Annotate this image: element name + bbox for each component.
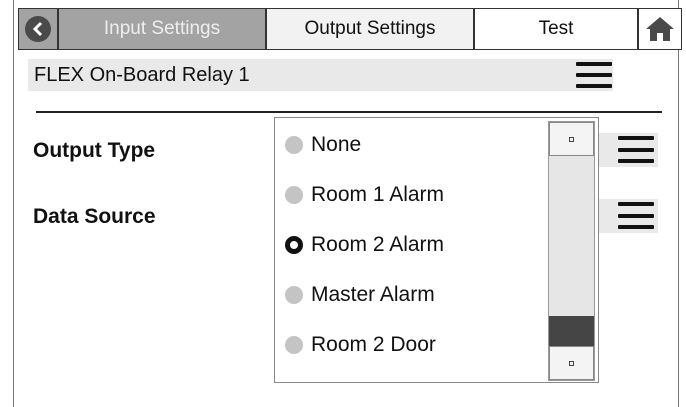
scroll-down-icon — [569, 360, 574, 366]
tab-test[interactable]: Test — [474, 8, 638, 50]
chevron-left-icon — [25, 16, 51, 42]
option-label: Room 2 Alarm — [311, 233, 445, 256]
back-button[interactable] — [18, 8, 58, 50]
home-button[interactable] — [638, 8, 682, 50]
radio-selected-icon — [285, 236, 303, 254]
tab-bar: Input Settings Output Settings Test — [18, 8, 682, 50]
option-master-alarm[interactable]: Master Alarm — [285, 277, 435, 313]
option-label: Master Alarm — [311, 283, 435, 306]
scrollbar[interactable] — [548, 121, 595, 381]
data-source-dropdown-list: None Room 1 Alarm Room 2 Alarm Master Al… — [274, 117, 599, 383]
scroll-up-button[interactable] — [549, 122, 594, 156]
scroll-down-button[interactable] — [549, 346, 594, 380]
option-room-2-alarm[interactable]: Room 2 Alarm — [285, 227, 444, 263]
radio-icon — [285, 186, 303, 204]
option-label: Room 2 Door — [311, 333, 436, 356]
data-source-menu-icon[interactable] — [618, 202, 654, 229]
relay-name-row: FLEX On-Board Relay 1 — [28, 59, 613, 91]
option-room-2-door[interactable]: Room 2 Door — [285, 327, 436, 363]
option-none[interactable]: None — [285, 127, 361, 163]
scroll-up-icon — [569, 136, 574, 142]
tab-output-settings[interactable]: Output Settings — [266, 8, 474, 50]
radio-icon — [285, 136, 303, 154]
divider — [36, 111, 662, 113]
option-room-1-alarm[interactable]: Room 1 Alarm — [285, 177, 444, 213]
output-type-menu-icon[interactable] — [618, 136, 654, 163]
option-label: Room 1 Alarm — [311, 183, 445, 206]
radio-icon — [285, 286, 303, 304]
option-label: None — [311, 133, 362, 156]
relay-name: FLEX On-Board Relay 1 — [34, 64, 250, 86]
home-icon — [646, 17, 674, 41]
scroll-thumb[interactable] — [549, 316, 594, 350]
output-type-label: Output Type — [33, 139, 156, 162]
menu-icon[interactable] — [576, 62, 612, 88]
data-source-label: Data Source — [33, 205, 156, 228]
tab-input-settings[interactable]: Input Settings — [58, 8, 266, 50]
radio-icon — [285, 336, 303, 354]
